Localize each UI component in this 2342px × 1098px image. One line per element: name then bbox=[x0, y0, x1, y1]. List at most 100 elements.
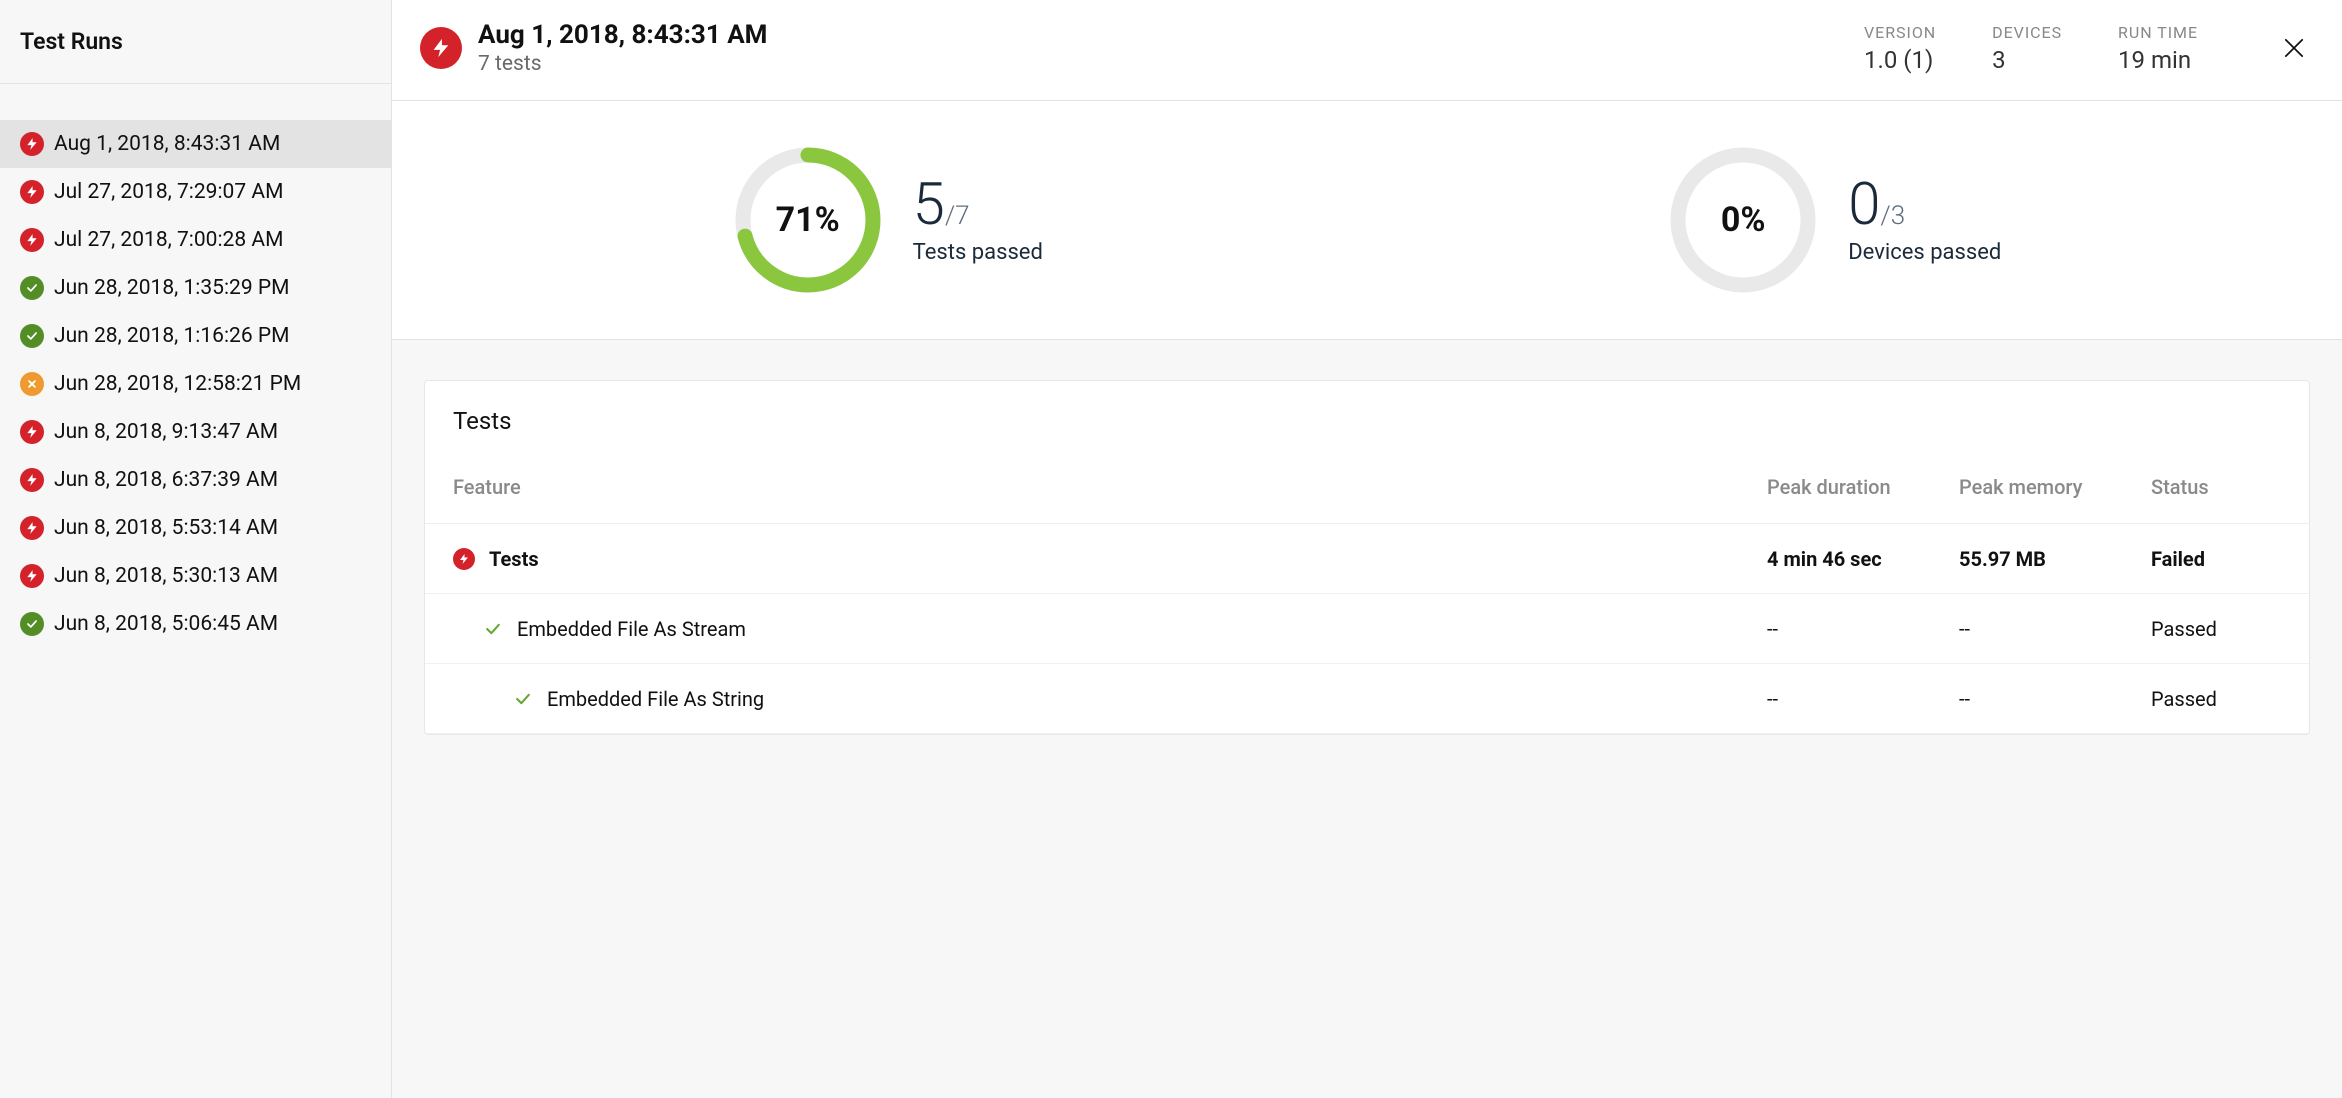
header-titles: Aug 1, 2018, 8:43:31 AM 7 tests bbox=[478, 20, 767, 76]
sidebar-item[interactable]: Jun 28, 2018, 12:58:21 PM bbox=[0, 360, 391, 408]
lightning-icon bbox=[20, 564, 44, 588]
lightning-icon bbox=[20, 516, 44, 540]
stat-runtime-value: 19 min bbox=[2118, 46, 2198, 74]
feature-cell: Embedded File As Stream bbox=[453, 617, 1755, 641]
sidebar-item[interactable]: Jul 27, 2018, 7:00:28 AM bbox=[0, 216, 391, 264]
sidebar-item[interactable]: Jun 8, 2018, 9:13:47 AM bbox=[0, 408, 391, 456]
stat-devices: DEVICES 3 bbox=[1992, 23, 2062, 74]
sidebar-item-label: Jun 28, 2018, 12:58:21 PM bbox=[54, 372, 301, 396]
tests-table-body: Tests 4 min 46 sec 55.97 MB Failed Embedded … bbox=[425, 524, 2309, 734]
col-peak-memory: Peak memory bbox=[1959, 475, 2139, 499]
sidebar-item-label: Jun 8, 2018, 6:37:39 AM bbox=[54, 468, 278, 492]
sidebar-item-label: Jun 28, 2018, 1:35:29 PM bbox=[54, 276, 289, 300]
feature-name: Embedded File As String bbox=[547, 687, 764, 711]
tests-card: Tests Feature Peak duration Peak memory … bbox=[424, 380, 2310, 735]
table-row[interactable]: Embedded File As Stream -- -- Passed bbox=[425, 594, 2309, 664]
lightning-icon bbox=[420, 27, 462, 69]
sidebar-item[interactable]: Aug 1, 2018, 8:43:31 AM bbox=[0, 120, 391, 168]
tests-passed-count: 5 bbox=[913, 171, 945, 239]
peak-memory-cell: -- bbox=[1959, 687, 2139, 711]
sidebar-item[interactable]: Jun 8, 2018, 5:30:13 AM bbox=[0, 552, 391, 600]
peak-duration-cell: 4 min 46 sec bbox=[1767, 547, 1947, 571]
content-scroll[interactable]: Tests Feature Peak duration Peak memory … bbox=[392, 340, 2342, 1098]
sidebar-gap bbox=[0, 84, 391, 120]
main: Aug 1, 2018, 8:43:31 AM 7 tests VERSION … bbox=[392, 0, 2342, 1098]
tests-ring-percent: 71% bbox=[733, 145, 883, 295]
sidebar-item[interactable]: Jun 8, 2018, 5:53:14 AM bbox=[0, 504, 391, 552]
sidebar-item-label: Jun 8, 2018, 5:06:45 AM bbox=[54, 612, 278, 636]
tests-ring: 71% bbox=[733, 145, 883, 295]
devices-text: 0/3 Devices passed bbox=[1848, 176, 2001, 265]
check-icon bbox=[20, 324, 44, 348]
stat-devices-value: 3 bbox=[1992, 46, 2062, 74]
devices-total: /3 bbox=[1880, 201, 1905, 231]
sidebar-item[interactable]: Jun 28, 2018, 1:35:29 PM bbox=[0, 264, 391, 312]
sidebar: Test Runs Aug 1, 2018, 8:43:31 AM Jul 27,… bbox=[0, 0, 392, 1098]
tests-total: /7 bbox=[945, 201, 970, 231]
summary-panel: 71% 5/7 Tests passed 0% bbox=[392, 101, 2342, 340]
sidebar-item-label: Jun 8, 2018, 9:13:47 AM bbox=[54, 420, 278, 444]
tests-fraction: 5/7 bbox=[913, 176, 1043, 234]
col-peak-duration: Peak duration bbox=[1767, 475, 1947, 499]
stat-devices-label: DEVICES bbox=[1992, 23, 2062, 42]
col-status: Status bbox=[2151, 475, 2281, 499]
check-icon bbox=[483, 619, 503, 639]
sidebar-item[interactable]: Jun 8, 2018, 5:06:45 AM bbox=[0, 600, 391, 648]
devices-ring-percent: 0% bbox=[1668, 145, 1818, 295]
sidebar-item[interactable]: Jun 28, 2018, 1:16:26 PM bbox=[0, 312, 391, 360]
sidebar-item-label: Jun 8, 2018, 5:53:14 AM bbox=[54, 516, 278, 540]
col-feature: Feature bbox=[453, 475, 1755, 499]
stat-runtime-label: RUN TIME bbox=[2118, 23, 2198, 42]
run-title: Aug 1, 2018, 8:43:31 AM bbox=[478, 20, 767, 50]
summary-devices: 0% 0/3 Devices passed bbox=[1668, 145, 2001, 295]
stat-runtime: RUN TIME 19 min bbox=[2118, 23, 2198, 74]
status-cell: Passed bbox=[2151, 617, 2281, 641]
sidebar-item[interactable]: Jun 8, 2018, 6:37:39 AM bbox=[0, 456, 391, 504]
sidebar-item-label: Aug 1, 2018, 8:43:31 AM bbox=[54, 132, 280, 156]
main-header: Aug 1, 2018, 8:43:31 AM 7 tests VERSION … bbox=[392, 0, 2342, 101]
sidebar-item-label: Jun 8, 2018, 5:30:13 AM bbox=[54, 564, 278, 588]
x-icon bbox=[20, 372, 44, 396]
peak-duration-cell: -- bbox=[1767, 617, 1947, 641]
table-row[interactable]: Tests 4 min 46 sec 55.97 MB Failed bbox=[425, 524, 2309, 594]
lightning-icon bbox=[453, 548, 475, 570]
summary-tests: 71% 5/7 Tests passed bbox=[733, 145, 1043, 295]
stat-version-value: 1.0 (1) bbox=[1864, 46, 1936, 74]
feature-name: Tests bbox=[489, 547, 539, 571]
peak-memory-cell: 55.97 MB bbox=[1959, 547, 2139, 571]
tests-table-header: Feature Peak duration Peak memory Status bbox=[425, 467, 2309, 524]
close-button[interactable] bbox=[2274, 28, 2314, 68]
feature-name: Embedded File As Stream bbox=[517, 617, 746, 641]
lightning-icon bbox=[20, 228, 44, 252]
check-icon bbox=[20, 612, 44, 636]
status-cell: Failed bbox=[2151, 547, 2281, 571]
stat-version-label: VERSION bbox=[1864, 23, 1936, 42]
check-icon bbox=[20, 276, 44, 300]
lightning-icon bbox=[20, 468, 44, 492]
devices-ring: 0% bbox=[1668, 145, 1818, 295]
header-stats: VERSION 1.0 (1) DEVICES 3 RUN TIME 19 mi… bbox=[1864, 23, 2314, 74]
feature-cell: Tests bbox=[453, 547, 1755, 571]
status-cell: Passed bbox=[2151, 687, 2281, 711]
table-row[interactable]: Embedded File As String -- -- Passed bbox=[425, 664, 2309, 734]
sidebar-item-label: Jul 27, 2018, 7:29:07 AM bbox=[54, 180, 283, 204]
sidebar-item-label: Jul 27, 2018, 7:00:28 AM bbox=[54, 228, 283, 252]
lightning-icon bbox=[20, 132, 44, 156]
run-subtitle: 7 tests bbox=[478, 52, 767, 76]
tests-text: 5/7 Tests passed bbox=[913, 176, 1043, 265]
sidebar-title: Test Runs bbox=[0, 0, 391, 84]
stat-version: VERSION 1.0 (1) bbox=[1864, 23, 1936, 74]
tests-card-title: Tests bbox=[425, 381, 2309, 467]
feature-cell: Embedded File As String bbox=[453, 687, 1755, 711]
check-icon bbox=[513, 689, 533, 709]
peak-memory-cell: -- bbox=[1959, 617, 2139, 641]
devices-passed-count: 0 bbox=[1848, 171, 1880, 239]
tests-caption: Tests passed bbox=[913, 240, 1043, 265]
sidebar-item-label: Jun 28, 2018, 1:16:26 PM bbox=[54, 324, 289, 348]
lightning-icon bbox=[20, 420, 44, 444]
peak-duration-cell: -- bbox=[1767, 687, 1947, 711]
sidebar-item[interactable]: Jul 27, 2018, 7:29:07 AM bbox=[0, 168, 391, 216]
sidebar-list: Aug 1, 2018, 8:43:31 AM Jul 27, 2018, 7:2… bbox=[0, 120, 391, 648]
devices-fraction: 0/3 bbox=[1848, 176, 2001, 234]
lightning-icon bbox=[20, 180, 44, 204]
